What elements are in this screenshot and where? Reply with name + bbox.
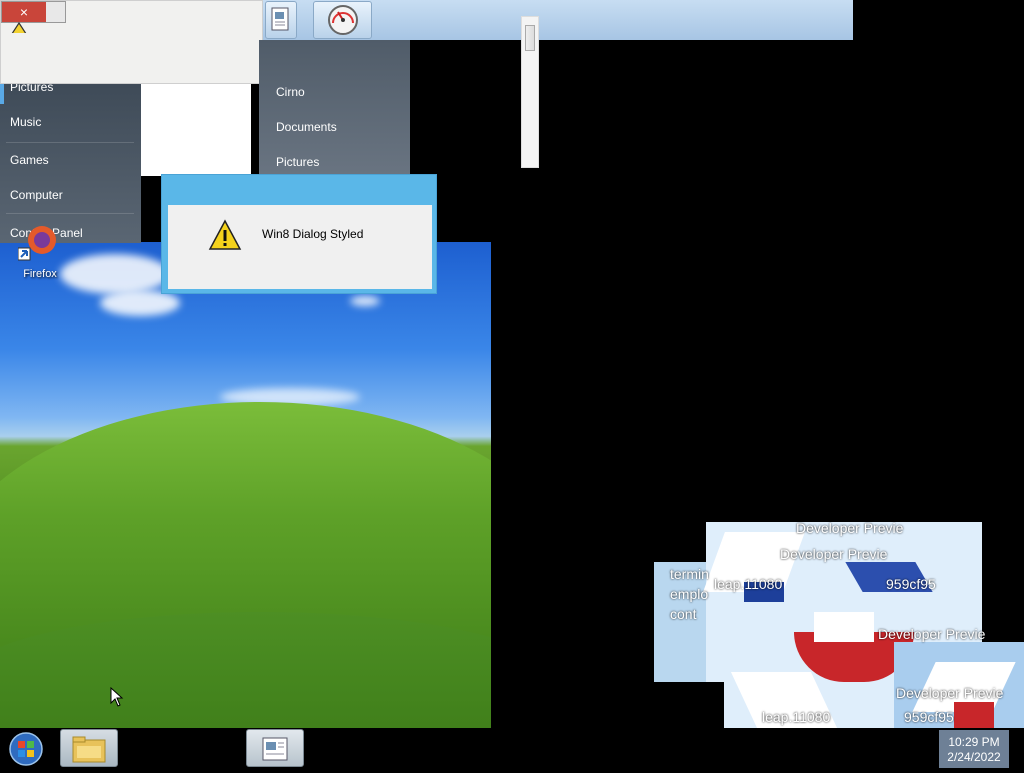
start-item-computer[interactable]: Computer bbox=[10, 188, 63, 202]
document-icon bbox=[271, 7, 289, 31]
glitch-text: emplo bbox=[670, 586, 709, 602]
clock-time: 10:29 PM bbox=[948, 735, 1000, 749]
glitch-text: Developer Previe bbox=[896, 685, 1004, 701]
glitch-text: 959cf95 bbox=[904, 709, 954, 725]
start-menu-left: Pictures Music Games Computer Control Pa… bbox=[0, 80, 141, 243]
speedometer-icon bbox=[328, 5, 358, 35]
start-item-cirno[interactable]: Cirno bbox=[276, 85, 305, 99]
windows-orb-icon bbox=[9, 732, 43, 766]
title-bar-fragment: × bbox=[1, 1, 66, 23]
close-button[interactable]: × bbox=[2, 2, 46, 22]
firefox-desktop-shortcut[interactable]: Firefox bbox=[17, 226, 62, 286]
vertical-scrollbar[interactable] bbox=[521, 16, 539, 168]
taskbar-button-speedometer[interactable] bbox=[313, 1, 372, 39]
taskbar: 10:29 PM 2/24/2022 bbox=[0, 728, 1024, 768]
dialog-body: Win8 Dialog Styled bbox=[168, 205, 432, 289]
top-left-window: × bbox=[0, 0, 263, 84]
scroll-thumb[interactable] bbox=[525, 25, 535, 51]
background-window-fragment bbox=[141, 80, 251, 176]
taskbar-explorer-button[interactable] bbox=[60, 729, 118, 767]
start-button[interactable] bbox=[6, 730, 46, 768]
glitch-text: Developer Previe bbox=[796, 522, 904, 536]
folder-icon bbox=[72, 736, 106, 763]
start-item-documents[interactable]: Documents bbox=[276, 120, 337, 134]
glitch-text: termin bbox=[670, 566, 709, 582]
start-menu-right: Cirno Documents Pictures bbox=[259, 40, 410, 180]
desktop-wallpaper bbox=[0, 242, 491, 728]
glitch-text: leap.11080 bbox=[714, 576, 783, 592]
mouse-cursor-icon bbox=[110, 686, 124, 707]
document-icon bbox=[262, 737, 288, 761]
glitch-text: Developer Previe bbox=[780, 546, 888, 562]
top-taskbar-fragment bbox=[263, 0, 853, 40]
start-item-pictures[interactable]: Pictures bbox=[276, 155, 319, 169]
warning-icon bbox=[4, 21, 34, 33]
clock-date: 2/24/2022 bbox=[947, 750, 1001, 764]
start-item-music[interactable]: Music bbox=[10, 115, 41, 129]
firefox-label: Firefox bbox=[23, 268, 57, 280]
taskbar-document-button[interactable] bbox=[246, 729, 304, 767]
taskbar-button-document[interactable] bbox=[265, 1, 297, 39]
glitch-text: Developer Previe bbox=[878, 626, 986, 642]
system-clock[interactable]: 10:29 PM 2/24/2022 bbox=[939, 730, 1009, 768]
dialog-message: Win8 Dialog Styled bbox=[262, 227, 364, 241]
firefox-icon bbox=[17, 226, 56, 261]
warning-icon bbox=[208, 219, 242, 251]
glitch-text: leap.11080 bbox=[762, 709, 831, 725]
win8-dialog: Win8 Dialog Styled bbox=[161, 174, 437, 294]
glitch-text: cont bbox=[670, 606, 697, 622]
glitch-text: 959cf95 bbox=[886, 576, 936, 592]
start-item-games[interactable]: Games bbox=[10, 153, 49, 167]
glitched-window-cluster: Developer Previe Developer Previe termin… bbox=[654, 522, 1024, 728]
